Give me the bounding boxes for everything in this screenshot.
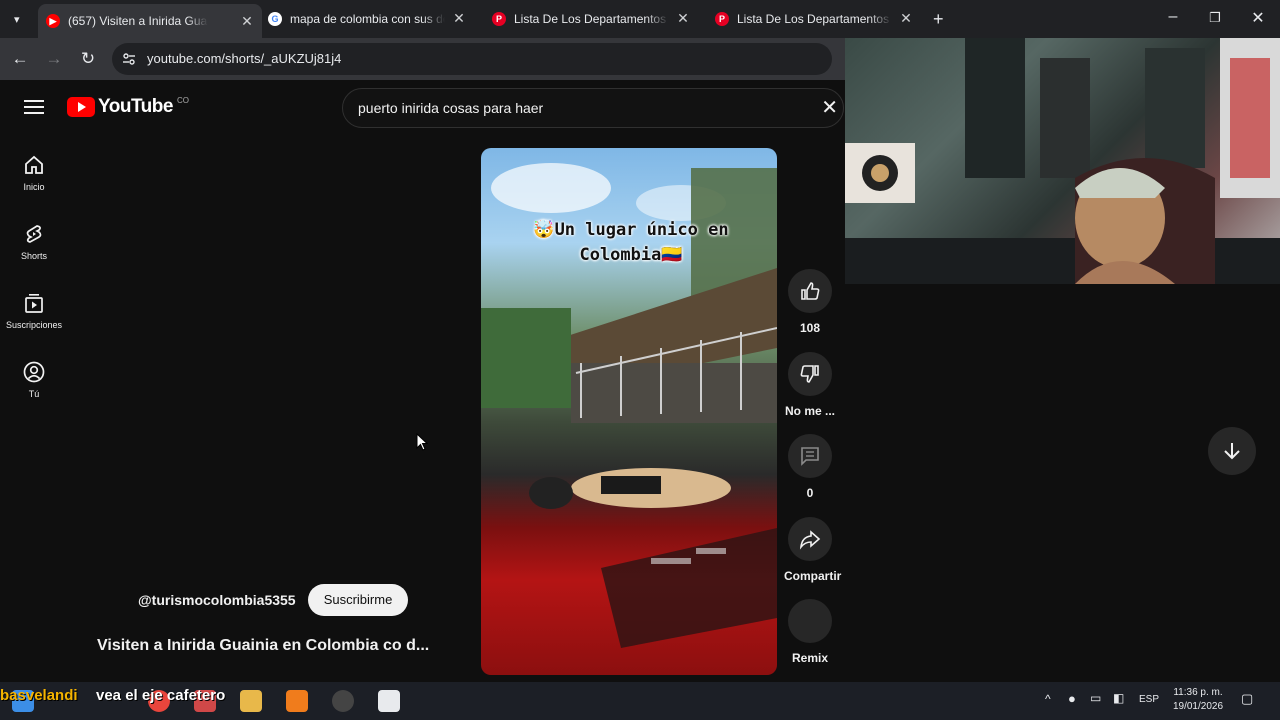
obs-icon[interactable] xyxy=(332,690,354,712)
url-text: youtube.com/shorts/_aUKZUj81j4 xyxy=(147,51,342,66)
comments-button[interactable]: 0 xyxy=(784,434,836,500)
share-button[interactable]: Compartir xyxy=(784,517,841,583)
forward-icon[interactable]: → xyxy=(43,48,65,70)
tab-pinterest-1[interactable]: P Lista De Los Departamentos Y Capitales… xyxy=(492,6,692,32)
volume-icon[interactable]: ◧ xyxy=(1113,691,1124,705)
arrow-down-icon xyxy=(1224,443,1240,460)
pinterest-icon: P xyxy=(492,12,506,26)
new-tab-button[interactable]: + xyxy=(933,6,953,32)
sidebar-item-inicio[interactable]: Inicio xyxy=(0,154,68,192)
back-icon[interactable]: ← xyxy=(9,48,31,70)
tab-pinterest-2[interactable]: P Lista De Los Departamentos Y Capitales… xyxy=(715,6,915,32)
sidebar-item-tu[interactable]: Tú xyxy=(0,361,68,399)
reload-icon[interactable]: ↻ xyxy=(77,48,99,70)
search-input[interactable]: puerto inirida cosas para haer ✕ xyxy=(342,88,844,128)
remix-icon xyxy=(788,599,832,643)
dislike-button[interactable]: No me ... xyxy=(784,352,836,418)
close-icon[interactable]: ✕ xyxy=(450,10,468,27)
comment-icon xyxy=(801,447,819,466)
close-icon[interactable]: ✕ xyxy=(897,10,915,27)
subscriptions-icon xyxy=(25,294,43,313)
like-icon xyxy=(801,282,820,300)
address-bar[interactable]: youtube.com/shorts/_aUKZUj81j4 xyxy=(112,43,832,75)
tab-list-button[interactable]: ▾ xyxy=(8,6,30,32)
home-icon xyxy=(25,155,43,174)
close-icon[interactable]: ✕ xyxy=(674,10,692,27)
minimize-icon[interactable]: – xyxy=(1158,8,1188,26)
like-button[interactable]: 108 xyxy=(784,269,836,335)
restore-icon[interactable]: ❐ xyxy=(1200,10,1230,26)
subscribe-button[interactable]: Suscribirme xyxy=(308,584,408,616)
video-title[interactable]: Visiten a Inirida Guainia en Colombia co… xyxy=(97,637,429,655)
tab-youtube[interactable]: ▶ (657) Visiten a Inirida Guainía en Col… xyxy=(38,4,262,38)
youtube-play-icon xyxy=(67,97,95,117)
menu-icon[interactable] xyxy=(24,98,44,121)
photos-icon[interactable] xyxy=(378,690,400,712)
browser-toolbar: ← → ↻ youtube.com/shorts/_aUKZUj81j4 xyxy=(0,38,845,80)
channel-handle[interactable]: @turismocolombia5355 xyxy=(138,592,296,608)
chat-username: basvelandi xyxy=(0,687,78,704)
user-icon xyxy=(23,361,45,383)
webcam-overlay xyxy=(845,38,1280,284)
fl-studio-icon[interactable] xyxy=(286,690,308,712)
clock[interactable]: 11:36 p. m. 19/01/2026 xyxy=(1168,686,1228,714)
remix-button[interactable]: Remix xyxy=(784,599,836,665)
notifications-icon[interactable]: ▢ xyxy=(1241,691,1253,707)
pinterest-icon: P xyxy=(715,12,729,26)
video-caption-overlay: 🤯Un lugar único en Colombia🇨🇴 xyxy=(533,220,729,265)
clear-search-icon[interactable]: ✕ xyxy=(821,95,838,120)
dislike-icon xyxy=(800,365,819,383)
youtube-logo[interactable]: YouTube CO xyxy=(67,96,189,118)
browser-tab-strip: ▾ ▶ (657) Visiten a Inirida Guainía en C… xyxy=(0,0,1280,38)
close-icon[interactable]: ✕ xyxy=(238,13,256,30)
chat-message: vea el eje cafetero xyxy=(96,687,226,704)
sidebar-item-suscripciones[interactable]: Suscripciones xyxy=(0,292,68,330)
share-icon xyxy=(799,530,821,550)
microphone-icon[interactable]: ● xyxy=(1068,691,1076,706)
network-icon[interactable]: ▭ xyxy=(1090,691,1101,705)
shorts-icon xyxy=(26,225,42,243)
webcam-image xyxy=(845,38,1280,284)
language-indicator[interactable]: ESP xyxy=(1139,694,1159,705)
site-info-icon[interactable] xyxy=(122,52,136,66)
sidebar-item-shorts[interactable]: Shorts xyxy=(0,223,68,261)
close-window-icon[interactable]: ✕ xyxy=(1243,8,1273,28)
chevron-up-icon[interactable]: ^ xyxy=(1045,692,1051,706)
chevron-down-icon: ▾ xyxy=(14,13,20,26)
tab-google-search[interactable]: G mapa de colombia con sus departamentos… xyxy=(268,6,468,32)
google-icon: G xyxy=(268,12,282,26)
next-short-button[interactable] xyxy=(1208,427,1256,475)
youtube-icon: ▶ xyxy=(46,14,60,28)
mouse-cursor-icon xyxy=(416,433,428,451)
file-explorer-icon[interactable] xyxy=(240,690,262,712)
